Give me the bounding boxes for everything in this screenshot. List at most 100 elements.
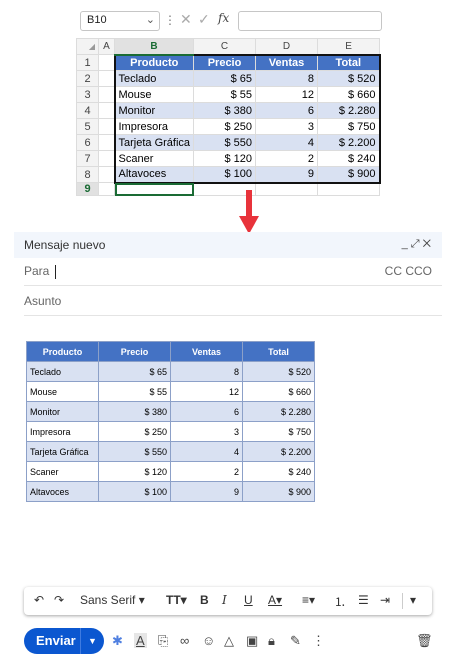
indent-icon[interactable]: ⇥ — [380, 593, 390, 607]
row-header[interactable]: 6 — [76, 134, 99, 151]
drive-icon[interactable]: △ — [224, 633, 234, 649]
cell[interactable]: 12 — [255, 86, 319, 103]
cell[interactable]: $ 550 — [193, 134, 257, 151]
cell[interactable]: $ 380 — [193, 102, 257, 119]
expand-icon[interactable]: ⤢ — [411, 238, 423, 250]
cell[interactable]: $ 100 — [193, 166, 257, 184]
cell[interactable]: Tarjeta Gráfica — [113, 134, 195, 151]
cell[interactable] — [98, 118, 115, 135]
formula-input[interactable] — [238, 11, 382, 31]
cell[interactable]: 3 — [255, 118, 319, 135]
align-icon[interactable]: ≡▾ — [302, 593, 315, 607]
row-header[interactable]: 8 — [76, 166, 99, 183]
emoji-icon[interactable]: ☺ — [202, 633, 215, 648]
cell[interactable]: 6 — [255, 102, 319, 119]
header-cell[interactable]: Producto — [113, 53, 195, 71]
row-header[interactable]: 7 — [76, 150, 99, 167]
numbered-list-icon[interactable]: ⒈ — [334, 593, 346, 610]
cell[interactable] — [98, 70, 115, 87]
row-header[interactable]: 4 — [76, 102, 99, 119]
text-color-icon[interactable]: A▾ — [268, 593, 282, 607]
redo-icon[interactable]: ↷ — [54, 593, 64, 607]
cell[interactable]: Impresora — [113, 118, 195, 135]
cell[interactable] — [98, 134, 115, 151]
minimize-icon[interactable]: _ — [402, 238, 411, 250]
cell[interactable]: $ 660 — [317, 86, 381, 103]
cell[interactable]: 8 — [255, 70, 319, 87]
cell[interactable]: $ 120 — [193, 150, 257, 167]
bulleted-list-icon[interactable]: ☰ — [358, 593, 369, 607]
font-select[interactable]: Sans Serif ▾ — [80, 593, 145, 607]
selected-cell[interactable] — [113, 182, 195, 196]
cell[interactable]: Altavoces — [113, 166, 195, 184]
cell[interactable]: Scaner — [113, 150, 195, 167]
column-header-b[interactable]: B — [113, 38, 195, 56]
more-options-icon[interactable]: ⋮ — [312, 633, 325, 649]
check-icon[interactable]: ✓ — [198, 11, 210, 28]
cell[interactable] — [255, 182, 319, 196]
cell[interactable]: 4 — [255, 134, 319, 151]
confidential-lock-icon[interactable]: 🔒︎ — [268, 633, 275, 649]
cell[interactable]: Teclado — [113, 70, 195, 87]
more-icon[interactable]: ⋮ — [164, 13, 176, 27]
undo-icon[interactable]: ↶ — [34, 593, 44, 607]
cell[interactable]: $ 2.280 — [317, 102, 381, 119]
cell[interactable]: $ 2.200 — [317, 134, 381, 151]
more-formatting-icon[interactable]: ▾ — [410, 593, 416, 607]
row-header[interactable]: 1 — [76, 54, 99, 71]
send-button[interactable]: Enviar ▼ — [24, 628, 104, 654]
column-header-d[interactable]: D — [255, 38, 319, 55]
underline-icon[interactable]: U — [244, 593, 253, 607]
row-header[interactable]: 5 — [76, 118, 99, 135]
cc-bcc-link[interactable]: CC CCO — [385, 264, 432, 278]
cell[interactable] — [98, 86, 115, 103]
function-icon[interactable]: fx — [218, 11, 229, 25]
italic-icon[interactable]: I — [222, 593, 227, 607]
cell[interactable]: 9 — [255, 166, 319, 184]
cancel-icon[interactable]: ✕ — [180, 11, 192, 28]
formatting-options-icon[interactable]: A — [134, 633, 147, 648]
row-header[interactable]: 2 — [76, 70, 99, 87]
schedule-send-dropdown-icon[interactable]: ▼ — [80, 628, 104, 654]
discard-trash-icon[interactable]: 🗑︎ — [416, 633, 433, 649]
cell[interactable]: $ 250 — [193, 118, 257, 135]
name-box[interactable]: B10 ⌄ — [80, 11, 160, 31]
cell[interactable] — [98, 150, 115, 167]
close-icon[interactable]: ✕ — [423, 238, 434, 250]
cell[interactable]: $ 240 — [317, 150, 381, 167]
cell: 4 — [170, 441, 243, 462]
column-header-c[interactable]: C — [193, 38, 257, 55]
signature-pen-icon[interactable]: ✎ — [290, 633, 301, 649]
to-field[interactable]: Para CC CCO — [24, 258, 442, 286]
cell[interactable]: $ 750 — [317, 118, 381, 135]
chevron-down-icon[interactable]: ⌄ — [146, 13, 155, 26]
select-all-corner[interactable]: ◢ — [76, 38, 99, 55]
photo-icon[interactable]: ▣ — [246, 633, 258, 649]
column-header-e[interactable]: E — [317, 38, 381, 55]
cell[interactable]: $ 520 — [317, 70, 381, 87]
cell[interactable]: Monitor — [113, 102, 195, 119]
header-cell[interactable]: Precio — [193, 53, 257, 71]
row-header[interactable]: 9 — [76, 182, 99, 196]
cell[interactable] — [98, 102, 115, 119]
cell[interactable]: Mouse — [113, 86, 195, 103]
row-header[interactable]: 3 — [76, 86, 99, 103]
cell[interactable] — [317, 182, 381, 196]
link-icon[interactable]: ∞ — [180, 633, 189, 648]
cell[interactable] — [98, 182, 115, 196]
bold-icon[interactable]: B — [200, 593, 209, 607]
cell[interactable]: $ 900 — [317, 166, 381, 184]
subject-field[interactable]: Asunto — [24, 288, 442, 316]
text-size-icon[interactable]: TT▾ — [166, 593, 187, 607]
cell[interactable]: $ 65 — [193, 70, 257, 87]
cell[interactable]: $ 55 — [193, 86, 257, 103]
ai-sparkle-icon[interactable]: ✱ — [112, 633, 123, 649]
header-cell[interactable]: Total — [317, 53, 381, 71]
cell[interactable]: 2 — [255, 150, 319, 167]
cell[interactable] — [98, 54, 115, 71]
attach-icon[interactable]: ⎘ — [158, 633, 168, 649]
column-header-a[interactable]: A — [98, 38, 115, 55]
cell[interactable] — [98, 166, 115, 183]
header-cell[interactable]: Ventas — [255, 53, 319, 71]
cell: 12 — [170, 381, 243, 402]
